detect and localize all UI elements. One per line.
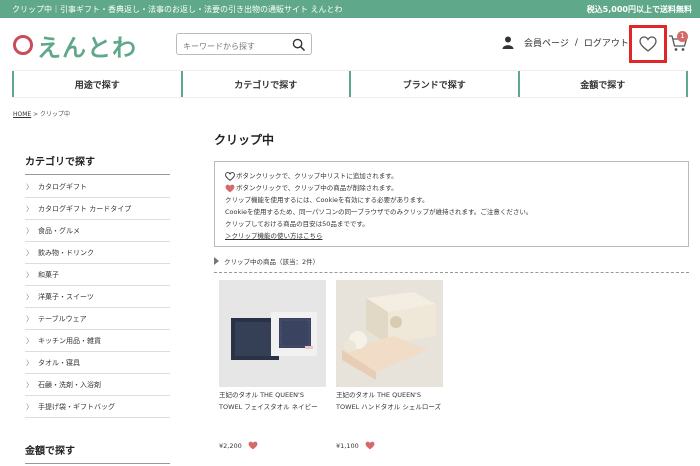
product-price: ¥1,100 (336, 441, 359, 450)
clip-info-box: ボタンクリックで、クリップ中リストに追加されます。 ボタンクリックで、クリップ中… (214, 161, 689, 247)
sidebar-item-tableware[interactable]: 〉テーブルウェア (25, 308, 170, 330)
chevron-right-icon: 〉 (26, 336, 33, 345)
sidebar-item-towel[interactable]: 〉タオル・寝具 (25, 352, 170, 374)
product-price-row: ¥2,200 (219, 441, 326, 450)
sidebar-item-drinks[interactable]: 〉飲み物・ドリンク (25, 242, 170, 264)
sidebar-item-wagashi[interactable]: 〉和菓子 (25, 264, 170, 286)
member-page-link[interactable]: 会員ページ (524, 36, 569, 49)
nav-by-brand[interactable]: ブランドで探す (349, 71, 518, 97)
nav-by-price[interactable]: 金額で探す (517, 71, 688, 97)
chevron-right-icon: 〉 (26, 402, 33, 411)
product-card[interactable]: 王妃のタオル THE QUEEN'S TOWEL フェイスタオル ネイビー ¥2… (219, 280, 326, 450)
towel-navy-illustration (219, 280, 326, 387)
chevron-right-icon: 〉 (26, 204, 33, 213)
product-image[interactable] (336, 280, 443, 387)
search-icon[interactable] (292, 38, 305, 51)
breadcrumb-home-link[interactable]: HOME (13, 111, 31, 118)
heart-filled-icon (225, 184, 235, 192)
site-tagline: クリップ中｜引事ギフト・香典返し・法事のお返し・法要の引き出物の通販サイト えん… (12, 5, 343, 14)
sidebar-item-label: テーブルウェア (38, 314, 87, 323)
link-separator: / (574, 37, 578, 48)
breadcrumb: HOME > クリップ中 (13, 109, 70, 118)
breadcrumb-current: クリップ中 (40, 111, 71, 118)
sidebar-item-kitchen[interactable]: 〉キッチン用品・雑貨 (25, 330, 170, 352)
sidebar-item-food[interactable]: 〉食品・グルメ (25, 220, 170, 242)
info-text: ボタンクリックで、クリップ中の商品が削除されます。 (236, 184, 398, 192)
product-name[interactable]: 王妃のタオル THE QUEEN'S TOWEL ハンドタオル シェルローズ (336, 389, 443, 435)
sidebar-item-label: 食品・グルメ (38, 226, 80, 235)
info-line: クリップ機能を使用するには、Cookieを有効にする必要があります。 (225, 196, 429, 204)
sidebar-item-catalog-card[interactable]: 〉カタログギフト カードタイプ (25, 198, 170, 220)
chevron-right-icon: 〉 (26, 314, 33, 323)
chevron-right-icon: 〉 (26, 380, 33, 389)
heart-icon[interactable] (248, 441, 258, 450)
logo-circle-mark (13, 35, 33, 55)
chevron-right-icon: 〉 (26, 270, 33, 279)
sidebar-item-sweets[interactable]: 〉洋菓子・スイーツ (25, 286, 170, 308)
chevron-right-icon: 〉 (26, 248, 33, 257)
chevron-right-icon: 〉 (26, 292, 33, 301)
info-line-add: ボタンクリックで、クリップ中リストに追加されます。 (225, 170, 678, 182)
page-title: クリップ中 (214, 133, 275, 147)
account-links: 会員ページ / ログアウト (502, 36, 629, 49)
clip-count-heading: クリップ中の商品（該当：2件） (214, 256, 689, 273)
chevron-right-icon: 〉 (26, 182, 33, 191)
logout-link[interactable]: ログアウト (584, 36, 629, 49)
product-price: ¥2,200 (219, 441, 242, 450)
product-image[interactable] (219, 280, 326, 387)
clip-list-button[interactable] (629, 25, 667, 63)
info-line: Cookieを使用するため、同一パソコンの同一ブラウザでのみクリップが維持されま… (225, 208, 533, 216)
sidebar-category-list: 〉カタログギフト 〉カタログギフト カードタイプ 〉食品・グルメ 〉飲み物・ドリ… (25, 176, 170, 418)
sidebar-item-label: タオル・寝具 (38, 358, 80, 367)
sidebar-item-label: キッチン用品・雑貨 (38, 336, 101, 345)
nav-by-category[interactable]: カテゴリで探す (180, 71, 350, 97)
info-text: ボタンクリックで、クリップ中リストに追加されます。 (236, 172, 398, 180)
info-line-remove: ボタンクリックで、クリップ中の商品が削除されます。 (225, 182, 678, 194)
heart-outline-icon (225, 171, 235, 181)
user-icon (502, 36, 514, 49)
sidebar-item-label: 飲み物・ドリンク (38, 248, 94, 257)
sidebar-item-label: カタログギフト カードタイプ (38, 204, 132, 213)
clip-count-label: クリップ中の商品（該当：2件） (224, 258, 320, 266)
cart-count-badge: 1 (677, 31, 688, 42)
heart-icon (639, 36, 657, 52)
product-price-row: ¥1,100 (336, 441, 443, 450)
chevron-right-icon: 〉 (26, 358, 33, 367)
site-logo[interactable]: えんとわ (13, 30, 137, 62)
triangle-right-icon (214, 257, 219, 265)
sidebar-item-gift-bag[interactable]: 〉手提げ袋・ギフトバッグ (25, 396, 170, 418)
main-navigation: 用途で探す カテゴリで探す ブランドで探す 金額で探す (12, 70, 688, 98)
free-shipping-notice: 税込5,000円以上で送料無料 (586, 5, 692, 14)
clip-help-link[interactable]: ＞クリップ機能の使い方はこちら (225, 230, 323, 242)
heart-icon[interactable] (365, 441, 375, 450)
towel-rose-illustration (336, 280, 443, 387)
chevron-right-icon: 〉 (26, 226, 33, 235)
nav-by-purpose[interactable]: 用途で探す (12, 71, 181, 97)
sidebar-item-label: 石鹸・洗剤・入浴剤 (38, 380, 101, 389)
sidebar-item-catalog-gift[interactable]: 〉カタログギフト (25, 176, 170, 198)
info-line: クリップしておける商品の目安は50品までです。 (225, 220, 369, 228)
sidebar-item-label: 洋菓子・スイーツ (38, 292, 94, 301)
product-card[interactable]: 王妃のタオル THE QUEEN'S TOWEL ハンドタオル シェルローズ ¥… (336, 280, 443, 450)
search-box (176, 33, 312, 56)
top-announcement-bar: クリップ中｜引事ギフト・香典返し・法事のお返し・法要の引き出物の通販サイト えん… (0, 0, 700, 18)
breadcrumb-separator: > (31, 111, 41, 118)
sidebar-item-label: 和菓子 (38, 270, 59, 279)
sidebar-price-title: 金額で探す (25, 442, 170, 464)
product-name[interactable]: 王妃のタオル THE QUEEN'S TOWEL フェイスタオル ネイビー (219, 389, 326, 435)
search-input[interactable] (183, 37, 291, 56)
sidebar-item-label: 手提げ袋・ギフトバッグ (38, 402, 115, 411)
sidebar-category-title: カテゴリで探す (25, 153, 170, 175)
sidebar-item-soap[interactable]: 〉石鹸・洗剤・入浴剤 (25, 374, 170, 396)
logo-text: えんとわ (37, 33, 137, 62)
sidebar-item-label: カタログギフト (38, 182, 87, 191)
